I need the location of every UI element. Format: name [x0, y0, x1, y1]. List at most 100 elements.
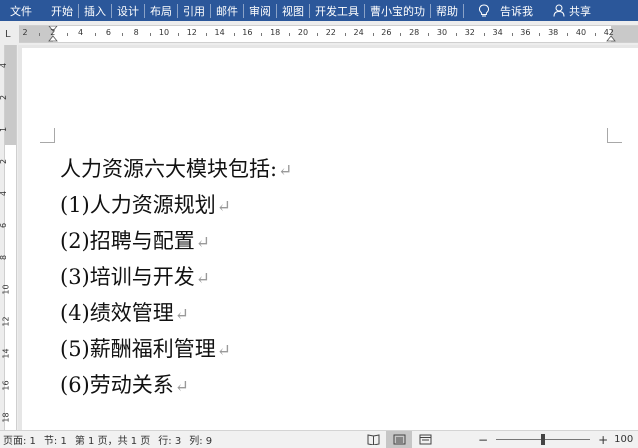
- tab-mailings[interactable]: 邮件: [211, 0, 243, 21]
- ruler-tick-label: 16: [242, 28, 253, 37]
- vertical-ruler-label: 2: [0, 159, 8, 164]
- line-text: (3)培训与开发: [60, 265, 195, 289]
- tab-review[interactable]: 审阅: [244, 0, 276, 21]
- ruler-tick: [455, 33, 457, 36]
- share-label: 共享: [569, 4, 591, 18]
- ruler-tick: [316, 33, 318, 36]
- tab-file[interactable]: 文件: [0, 0, 46, 21]
- document-page[interactable]: 人力资源六大模块包括:↵ (1)人力资源规划↵ (2)招聘与配置↵ (3)培训与…: [22, 48, 638, 430]
- web-layout-icon: [419, 434, 431, 445]
- ruler-tick: [372, 33, 374, 36]
- vertical-ruler-label: 12: [1, 316, 11, 327]
- ruler-tick-label: 36: [520, 28, 531, 37]
- paragraph-mark: ↵: [216, 341, 231, 361]
- ruler-tick-label: 10: [158, 28, 170, 37]
- document-line: (4)绩效管理↵: [60, 295, 292, 331]
- tab-stop-icon: L: [5, 29, 11, 40]
- ruler-tick-label: 22: [325, 28, 336, 37]
- ruler-tick-label: 32: [464, 28, 475, 37]
- paragraph-mark: ↵: [174, 305, 189, 325]
- ruler-tick-label: 14: [214, 28, 225, 37]
- ruler-tick-label: 24: [353, 28, 364, 37]
- status-page[interactable]: 页面: 1: [0, 432, 41, 447]
- document-line: (3)培训与开发↵: [60, 259, 292, 295]
- crop-mark-top-left: [40, 128, 55, 143]
- ruler-tick: [177, 33, 179, 36]
- tab-custom[interactable]: 曹小宝的功: [365, 0, 430, 21]
- ruler-tick-label: 6: [105, 28, 111, 37]
- zoom-out-icon[interactable]: −: [478, 433, 488, 447]
- ruler-tick-label: 12: [186, 28, 197, 37]
- document-line: (6)劳动关系↵: [60, 367, 292, 403]
- ruler-tick: [261, 33, 263, 36]
- print-layout-button[interactable]: [386, 431, 412, 448]
- ruler-tick-label: 2: [22, 28, 28, 37]
- ruler-tick: [344, 33, 346, 36]
- ruler-tick-label: 2: [50, 28, 56, 37]
- line-text: (4)绩效管理: [60, 301, 174, 325]
- zoom-slider[interactable]: [488, 431, 598, 448]
- ruler-tick: [511, 33, 513, 36]
- status-row[interactable]: 行: 3: [155, 432, 186, 447]
- ribbon-tab-bar: 文件 开始 插入 设计 布局 引用 邮件 审阅 视图 开发工具 曹小宝的功 帮助…: [0, 0, 638, 21]
- line-text: (2)招聘与配置: [60, 229, 195, 253]
- lightbulb-icon: [478, 3, 490, 16]
- ruler-tick: [594, 33, 596, 36]
- document-body[interactable]: 人力资源六大模块包括:↵ (1)人力资源规划↵ (2)招聘与配置↵ (3)培训与…: [60, 151, 292, 403]
- tab-design[interactable]: 设计: [112, 0, 144, 21]
- ruler-tick: [38, 33, 40, 36]
- tab-insert[interactable]: 插入: [79, 0, 111, 21]
- vertical-ruler-label: 16: [1, 380, 11, 391]
- zoom-in-icon[interactable]: +: [598, 433, 608, 447]
- vertical-ruler-label: 6: [0, 223, 8, 228]
- zoom-control: − + 100: [478, 431, 633, 448]
- line-text: (6)劳动关系: [60, 373, 174, 397]
- document-line: (2)招聘与配置↵: [60, 223, 292, 259]
- vertical-ruler-label: 4: [0, 63, 8, 68]
- tab-selector[interactable]: L: [0, 21, 18, 45]
- ruler-tick: [150, 33, 152, 36]
- tab-help[interactable]: 帮助: [431, 0, 463, 21]
- ruler-tick: [539, 33, 541, 36]
- tell-me-search[interactable]: 告诉我: [464, 3, 553, 19]
- vertical-ruler[interactable]: 42124681012141618: [0, 45, 18, 430]
- read-mode-button[interactable]: [360, 431, 386, 448]
- ruler-tick: [428, 33, 430, 36]
- vertical-ruler-label: 8: [0, 255, 8, 260]
- ruler-tick-label: 40: [575, 28, 587, 37]
- ruler-tick-label: 34: [492, 28, 503, 37]
- tab-layout[interactable]: 布局: [145, 0, 177, 21]
- zoom-slider-thumb[interactable]: [541, 434, 546, 445]
- ruler-tick: [400, 33, 402, 36]
- tab-references[interactable]: 引用: [178, 0, 210, 21]
- ruler-tick: [289, 33, 291, 36]
- horizontal-ruler[interactable]: 2 2 4 6 8 10 12 14 16 18 20 22 24 26 28 30 32 34 36 38 40 42: [19, 25, 638, 43]
- tab-view[interactable]: 视图: [277, 0, 309, 21]
- status-section[interactable]: 节: 1: [41, 432, 72, 447]
- view-buttons: [360, 431, 438, 448]
- tab-developer[interactable]: 开发工具: [310, 0, 364, 21]
- document-line: (1)人力资源规划↵: [60, 187, 292, 223]
- ruler-tick-label: 30: [436, 28, 448, 37]
- line-text: (5)薪酬福利管理: [60, 337, 216, 361]
- status-page-count[interactable]: 第 1 页，共 1 页: [72, 432, 155, 447]
- ruler-tick: [94, 33, 96, 36]
- ruler-tick-label: 42: [603, 28, 614, 37]
- ruler-tick-label: 20: [297, 28, 309, 37]
- paragraph-mark: ↵: [216, 197, 231, 217]
- line-text: (1)人力资源规划: [60, 193, 216, 217]
- paragraph-mark: ↵: [174, 377, 189, 397]
- ruler-tick-label: 26: [381, 28, 392, 37]
- vertical-ruler-label: 2: [0, 95, 8, 100]
- web-layout-button[interactable]: [412, 431, 438, 448]
- document-line: (5)薪酬福利管理↵: [60, 331, 292, 367]
- zoom-level[interactable]: 100: [614, 434, 633, 445]
- tab-home[interactable]: 开始: [46, 0, 78, 21]
- paragraph-mark: ↵: [278, 161, 293, 181]
- share-button[interactable]: 共享: [553, 3, 591, 19]
- vertical-ruler-label: 18: [1, 412, 11, 423]
- ruler-tick: [567, 33, 569, 36]
- ruler-tick: [483, 33, 485, 36]
- status-column[interactable]: 列: 9: [186, 432, 217, 447]
- print-layout-icon: [393, 434, 405, 445]
